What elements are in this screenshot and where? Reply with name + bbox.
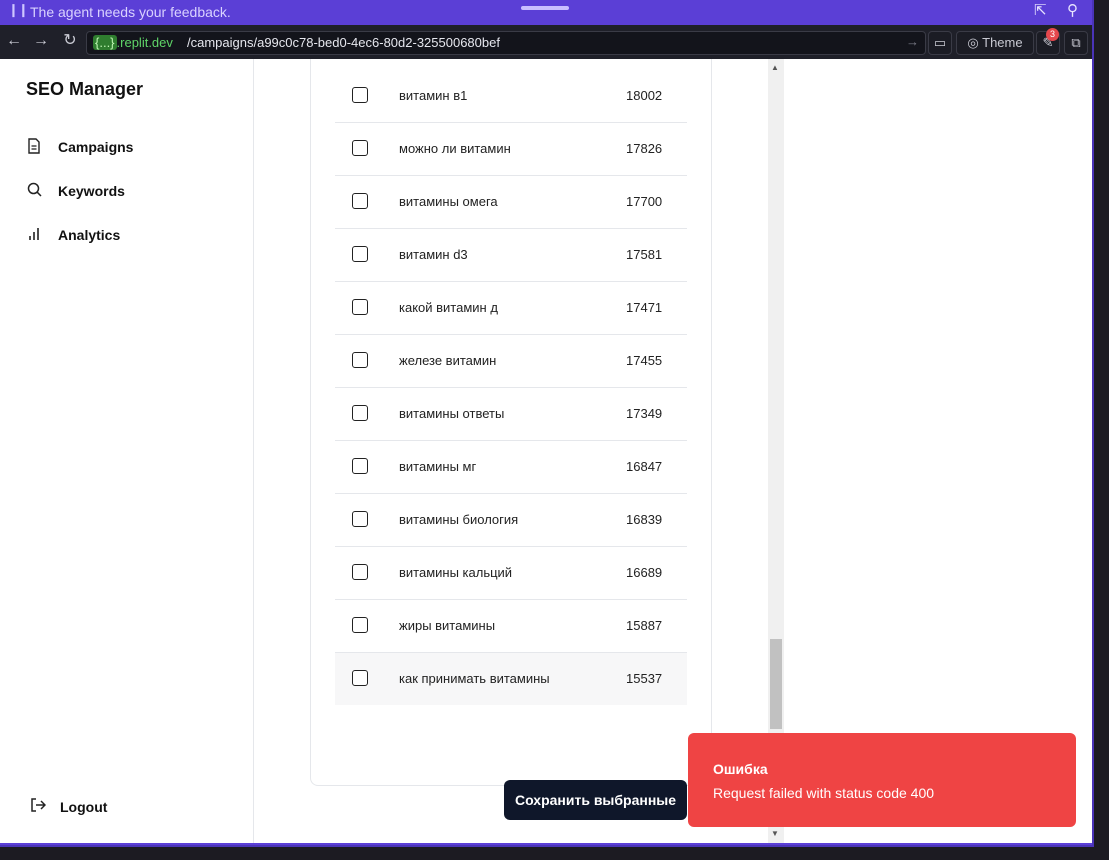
keyword-text: железе витамин <box>399 353 497 368</box>
search-volume: 17455 <box>626 353 663 368</box>
search-volume: 17700 <box>626 194 663 209</box>
table-row[interactable]: можно ли витамин 17826 <box>335 123 687 176</box>
search-volume: 18002 <box>626 88 663 103</box>
logout-button[interactable]: Logout <box>30 797 107 817</box>
table-row[interactable]: витамины мг 16847 <box>335 441 687 494</box>
save-selected-button[interactable]: Сохранить выбранные <box>504 780 687 820</box>
agent-feedback-banner: ❙❙ The agent needs your feedback. ⇱ ⚲ <box>0 0 1092 25</box>
row-checkbox[interactable] <box>352 140 368 156</box>
table-row[interactable]: железе витамин 17455 <box>335 335 687 388</box>
sidebar-item-label: Keywords <box>58 183 125 199</box>
keyword-selection-card: витамин в1 18002 можно ли витамин 17826 … <box>310 59 712 820</box>
palette-icon: ◎ <box>967 35 979 50</box>
drag-handle[interactable] <box>521 6 569 10</box>
search-volume: 15537 <box>626 671 663 686</box>
row-checkbox[interactable] <box>352 458 368 474</box>
row-checkbox[interactable] <box>352 352 368 368</box>
table-row[interactable]: витамин в1 18002 <box>335 70 687 123</box>
keyword-text: можно ли витамин <box>399 141 511 156</box>
file-text-icon <box>26 137 42 157</box>
go-arrow-icon[interactable]: → <box>906 34 919 49</box>
logout-label: Logout <box>60 799 108 815</box>
search-icon <box>26 182 42 200</box>
url-path: /campaigns/a99c0c78-bed0-4ec6-80d2-32550… <box>187 35 500 50</box>
open-new-tab-icon[interactable]: ⧉ <box>1064 31 1088 55</box>
table-row[interactable]: витамины ответы 17349 <box>335 388 687 441</box>
keyword-text: витамины кальций <box>399 565 513 580</box>
address-bar[interactable]: {...} .replit.dev /campaigns/a99c0c78-bed… <box>86 31 926 55</box>
toast-title: Ошибка <box>713 761 768 777</box>
row-checkbox[interactable] <box>352 246 368 262</box>
keyword-text: витамины омега <box>399 194 498 209</box>
search-volume: 17471 <box>626 300 663 315</box>
row-checkbox[interactable] <box>352 405 368 421</box>
row-checkbox[interactable] <box>352 670 368 686</box>
table-row[interactable]: витамин d3 17581 <box>335 229 687 282</box>
search-volume: 16689 <box>626 565 663 580</box>
keyword-text: витамины ответы <box>399 406 505 421</box>
banner-message: The agent needs your feedback. <box>30 4 231 20</box>
toast-description: Request failed with status code 400 <box>713 785 935 801</box>
reload-icon[interactable]: ↻ <box>60 31 80 51</box>
bar-chart-icon <box>26 227 42 244</box>
row-checkbox[interactable] <box>352 564 368 580</box>
open-external-icon[interactable]: ⇱ <box>1034 1 1047 19</box>
back-icon[interactable]: ← <box>4 31 24 51</box>
forward-icon[interactable]: → <box>31 31 51 51</box>
error-toast[interactable]: Ошибка Request failed with status code 4… <box>688 733 1076 827</box>
keyword-text: витамин d3 <box>399 247 468 262</box>
search-volume: 17581 <box>626 247 663 262</box>
pause-icon[interactable]: ❙❙ <box>8 2 29 18</box>
domain-label: {...} .replit.dev <box>93 35 173 50</box>
sidebar-item-analytics[interactable]: Analytics <box>26 224 120 246</box>
keyword-text: витамин в1 <box>399 88 468 103</box>
theme-button[interactable]: ◎ Theme <box>956 31 1034 55</box>
row-checkbox[interactable] <box>352 193 368 209</box>
scroll-down-icon[interactable]: ▼ <box>771 829 779 838</box>
keyword-text: как принимать витамины <box>399 671 550 686</box>
sidebar-item-keywords[interactable]: Keywords <box>26 180 125 202</box>
window-frame: ❙❙ The agent needs your feedback. ⇱ ⚲ ← … <box>0 0 1094 847</box>
sidebar: SEO Manager Campaigns Keywords Analytics <box>0 59 254 843</box>
table-row[interactable]: витамины омега 17700 <box>335 176 687 229</box>
scrollbar-thumb[interactable] <box>770 639 782 729</box>
browser-toolbar: ← → ↻ {...} .replit.dev /campaigns/a99c0c… <box>0 25 1092 59</box>
table-row[interactable]: витамины биология 16839 <box>335 494 687 547</box>
search-volume: 16839 <box>626 512 663 527</box>
sidebar-item-campaigns[interactable]: Campaigns <box>26 136 133 158</box>
table-row[interactable]: какой витамин д 17471 <box>335 282 687 335</box>
table-row[interactable]: как принимать витамины 15537 <box>335 653 687 705</box>
row-checkbox[interactable] <box>352 511 368 527</box>
logout-icon <box>30 797 47 817</box>
search-volume: 15887 <box>626 618 663 633</box>
keyword-text: витамины биология <box>399 512 519 527</box>
app-viewport: SEO Manager Campaigns Keywords Analytics <box>0 59 1092 843</box>
sidebar-item-label: Analytics <box>58 227 121 243</box>
scrollbar[interactable]: ▲ ▼ <box>768 59 784 843</box>
search-volume: 16847 <box>626 459 663 474</box>
app-title: SEO Manager <box>26 79 144 99</box>
keyword-text: жиры витамины <box>399 618 496 633</box>
table-row[interactable]: витамины кальций 16689 <box>335 547 687 600</box>
keyword-text: витамины мг <box>399 459 477 474</box>
sidebar-item-label: Campaigns <box>58 139 134 155</box>
notification-badge: 3 <box>1046 28 1059 41</box>
search-volume: 17349 <box>626 406 663 421</box>
scroll-up-icon[interactable]: ▲ <box>771 63 779 72</box>
device-preview-icon[interactable]: ▭ <box>928 31 952 55</box>
search-volume: 17826 <box>626 141 663 156</box>
keyword-text: какой витамин д <box>399 300 498 315</box>
pin-icon[interactable]: ⚲ <box>1067 1 1078 19</box>
table-row[interactable]: жиры витамины 15887 <box>335 600 687 653</box>
row-checkbox[interactable] <box>352 299 368 315</box>
row-checkbox[interactable] <box>352 617 368 633</box>
row-checkbox[interactable] <box>352 87 368 103</box>
